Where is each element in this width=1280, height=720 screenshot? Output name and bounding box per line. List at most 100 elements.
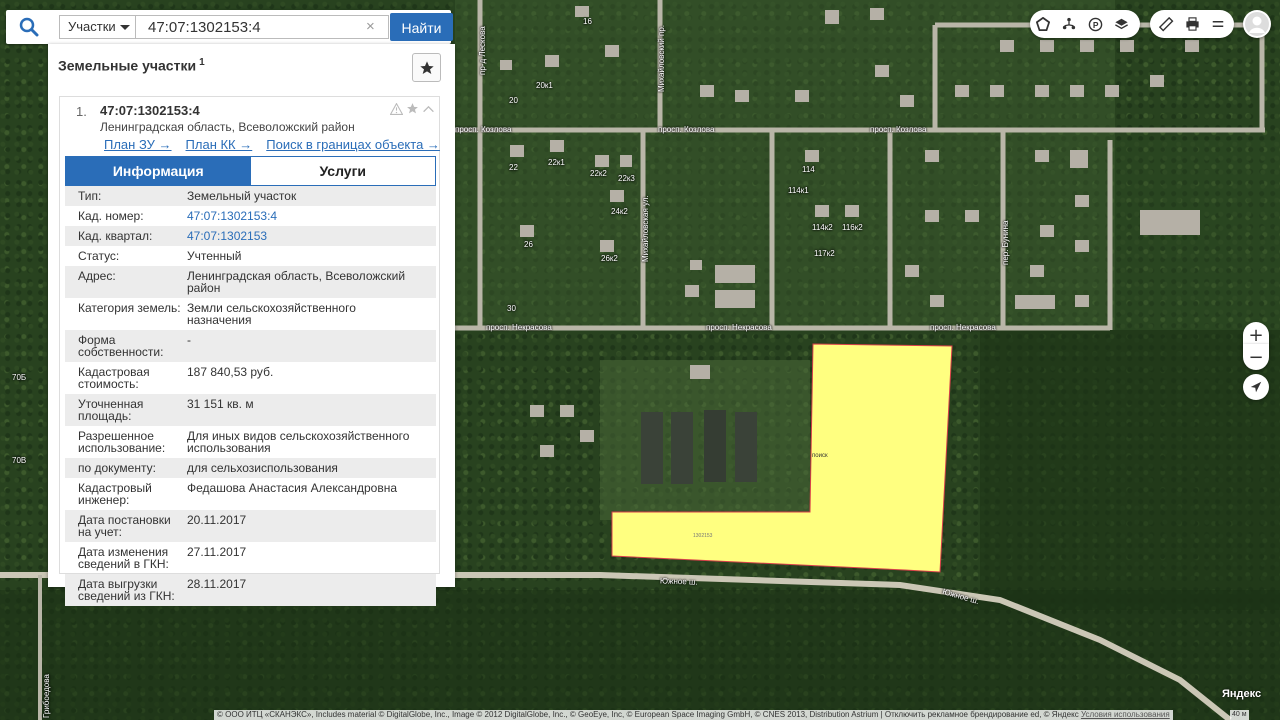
parking-icon[interactable]: P [1082, 10, 1108, 38]
navigation-arrow-icon [1250, 381, 1262, 393]
map-utils-group [1150, 10, 1234, 38]
street-label: пер. Бунина [1001, 220, 1010, 265]
chevron-up-icon[interactable] [422, 104, 435, 114]
info-key: Кадастровый инженер: [78, 481, 152, 507]
house-number: 70Б [12, 373, 27, 382]
house-number: 117к2 [814, 249, 835, 258]
info-key: по документу: [78, 461, 156, 475]
result-index: 1. [76, 104, 87, 119]
card-actions [390, 102, 435, 115]
street-label: просп. Козлова [870, 125, 927, 134]
star-icon[interactable] [406, 102, 419, 115]
zoom-out-button[interactable]: − [1243, 344, 1269, 370]
house-number: 22к3 [618, 174, 635, 183]
house-number: 30 [507, 304, 516, 313]
info-value: Ленинградская область, Всеволожский райо… [187, 269, 406, 295]
chevron-down-icon [120, 25, 130, 30]
info-value: Учтенный [187, 249, 242, 263]
panel-title-text: Земельные участки [58, 57, 197, 74]
street-label: Михайловский пр. [657, 25, 666, 92]
info-row: Дата выгрузки сведений из ГКН: 28.11.2017 [65, 574, 436, 606]
search-icon[interactable] [6, 10, 52, 44]
street-label: Южное ш. [659, 576, 698, 587]
find-button[interactable]: Найти [390, 13, 453, 41]
result-card: 1. 47:07:1302153:4 Ленинградская область… [59, 96, 440, 606]
parcel-number: 1302153 [693, 533, 713, 539]
locate-button[interactable] [1243, 374, 1269, 400]
house-number: 70В [12, 456, 27, 465]
info-value: - [187, 333, 191, 347]
info-key: Адрес: [78, 269, 116, 283]
result-cad-number[interactable]: 47:07:1302153:4 [100, 103, 200, 118]
info-value: Для иных видов сельскохозяйственного исп… [187, 429, 410, 455]
info-value: Федашова Анастасия Александровна [187, 481, 398, 495]
tree-icon[interactable] [1056, 10, 1082, 38]
info-value[interactable]: 47:07:1302153:4 [187, 210, 436, 222]
info-value: 187 840,53 руб. [187, 365, 274, 379]
house-number: 22 [509, 163, 518, 172]
street-label: просп. Некрасова [486, 323, 552, 332]
street-label: просп. Козлова [658, 125, 715, 134]
favorites-button[interactable] [412, 53, 441, 82]
tab-information[interactable]: Информация [66, 157, 251, 185]
info-row: Кад. квартал: 47:07:1302153 [65, 226, 436, 246]
info-table: Тип: Земельный участок Кад. номер: 47:07:13… [65, 186, 436, 606]
info-key: Разрешенное использование: [78, 429, 166, 455]
info-key: Форма собственности: [78, 333, 164, 359]
user-avatar[interactable] [1243, 10, 1271, 38]
plan-kk-link[interactable]: План КК → [186, 137, 253, 152]
tab-bar: Информация Услуги [65, 156, 436, 186]
svg-text:P: P [1092, 19, 1098, 29]
info-key: Статус: [78, 249, 120, 263]
info-key: Дата изменения сведений в ГКН: [78, 545, 169, 571]
info-row: Дата изменения сведений в ГКН: 27.11.2017 [65, 542, 436, 574]
info-row: Категория земель: Земли сельскохозяйствен… [65, 298, 436, 330]
info-row: Кад. номер: 47:07:1302153:4 [65, 206, 436, 226]
house-number: 116к2 [842, 223, 863, 232]
street-label: Михайловская ул. [641, 195, 650, 262]
street-label: просп. Некрасова [930, 323, 996, 332]
street-label: пр-д Лескова [478, 26, 487, 75]
info-row: Дата постановки на учет: 20.11.2017 [65, 510, 436, 542]
info-key: Тип: [78, 189, 102, 203]
search-input[interactable] [135, 15, 389, 39]
info-key: Уточненная площадь: [78, 397, 144, 423]
star-icon [419, 60, 434, 74]
polygon-icon[interactable] [1030, 10, 1056, 38]
info-value: 31 151 кв. м [187, 397, 254, 411]
layer-select[interactable]: Участки [59, 15, 136, 39]
info-value: 28.11.2017 [187, 577, 247, 591]
info-key: Категория земель: [78, 301, 181, 315]
result-region: Ленинградская область, Всеволожский райо… [100, 120, 355, 134]
house-number: 114 [802, 165, 815, 174]
panel-title: Земельные участки 1 [58, 57, 205, 74]
info-key: Дата выгрузки сведений из ГКН: [78, 577, 175, 603]
house-number: 26 [524, 240, 533, 249]
house-number: 20к1 [536, 81, 553, 90]
house-number: 22к1 [548, 158, 565, 167]
layers-icon[interactable] [1108, 10, 1134, 38]
plan-zu-link[interactable]: План ЗУ → [104, 137, 172, 152]
ruler-icon[interactable] [1153, 10, 1179, 38]
warning-icon[interactable] [390, 102, 403, 115]
tab-services[interactable]: Услуги [250, 157, 435, 185]
info-row: Форма собственности: - [65, 330, 436, 362]
scale-bar: 40 м [1230, 710, 1249, 720]
info-row: Адрес: Ленинградская область, Всеволожски… [65, 266, 436, 298]
clear-icon[interactable]: × [366, 19, 375, 34]
menu-icon[interactable] [1205, 10, 1231, 38]
info-value: 27.11.2017 [187, 545, 247, 559]
terms-link[interactable]: Условия использования [1081, 710, 1170, 719]
info-value[interactable]: 47:07:1302153 [187, 230, 436, 242]
info-key: Дата постановки на учет: [78, 513, 171, 539]
info-row: Кадастровая стоимость: 187 840,53 руб. [65, 362, 436, 394]
info-value: Земельный участок [187, 189, 297, 203]
house-number: 114к1 [788, 186, 809, 195]
print-icon[interactable] [1179, 10, 1205, 38]
street-label: просп. Козлова [455, 125, 512, 134]
house-number: 114к2 [812, 223, 833, 232]
search-in-bounds-link[interactable]: Поиск в границах объекта → [266, 137, 440, 152]
info-value: Земли сельскохозяйственного назначения [187, 301, 356, 327]
search-bar: Участки × Найти [6, 10, 453, 44]
copyright-text: © ООО ИТЦ «СКАНЭКС», Includes material ©… [217, 710, 1079, 719]
